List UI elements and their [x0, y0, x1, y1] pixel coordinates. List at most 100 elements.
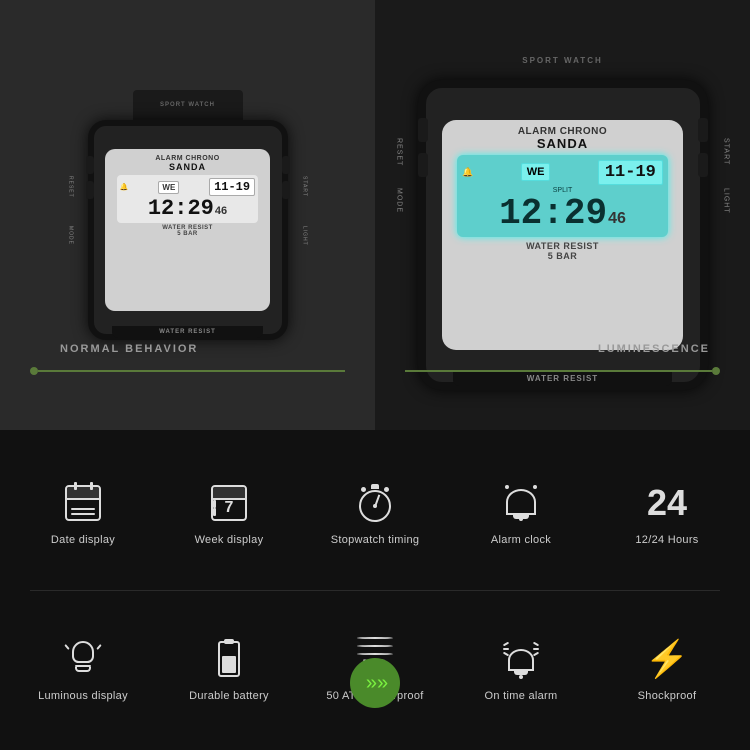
- date-display-label: Date display: [51, 534, 115, 546]
- left-water-strip: WATER RESIST: [159, 329, 216, 335]
- right-mode-btn: [418, 153, 428, 177]
- 24h-icon: 24: [647, 485, 687, 521]
- alarm-dot-left: [505, 485, 509, 489]
- right-watch-panel: SPORT WATCH RESET MODE START LIGHT ALARM…: [375, 0, 750, 430]
- reset-label: RESET: [68, 176, 74, 198]
- luminous-icon-container: [65, 634, 101, 684]
- 24h-label: 12/24 Hours: [635, 534, 698, 546]
- luminescence-label: LUMINESCENCE: [598, 343, 710, 355]
- left-brand-area: ALARM CHRONO SANDA: [155, 155, 219, 173]
- right-seconds: 46: [608, 210, 626, 228]
- left-watch-container: SPORT WATCH RESET MODE START LIGHT ALARM…: [88, 120, 288, 340]
- start-label: START: [302, 176, 308, 197]
- right-comparison-line: [375, 367, 750, 375]
- line-dot-left: [30, 367, 38, 375]
- bell-ring-icon: [503, 639, 539, 679]
- left-watch-face: ALARM CHRONO SANDA 🔔 WE 11-19 12:29 46: [105, 149, 270, 311]
- comparison-line: [0, 367, 375, 375]
- ring-line-left-2: [503, 648, 509, 650]
- left-reset-btn: [86, 156, 94, 174]
- left-seconds: 46: [215, 205, 227, 217]
- left-watch-display: 🔔 WE 11-19 12:29 46: [117, 175, 258, 223]
- on-time-alarm-label: On time alarm: [485, 690, 558, 702]
- feature-shockproof: ⚡ Shockproof: [594, 634, 740, 702]
- battery-tip-top: [224, 639, 234, 644]
- feature-date-display: Date display: [10, 478, 156, 546]
- week-display-icon: 7: [211, 478, 247, 528]
- shockproof-icon-container: ⚡: [645, 634, 690, 684]
- alarm-clock-label: Alarm clock: [491, 534, 551, 546]
- feature-24h: 24 12/24 Hours: [594, 478, 740, 546]
- inner-bell: [508, 649, 534, 671]
- cal-hook-right: [90, 482, 93, 490]
- alarm-clapper: [519, 517, 523, 521]
- left-top-row: 🔔 WE 11-19: [120, 178, 255, 196]
- inner-bell-dot: [519, 675, 523, 679]
- ring-line-right-1: [533, 641, 539, 646]
- date-display-icon: [65, 478, 101, 528]
- arrow-container: »»: [350, 658, 400, 708]
- right-alarm-icon: 🔔: [462, 167, 473, 178]
- alarm-clock-icon-container: [503, 478, 539, 528]
- right-mode-label: MODE: [396, 188, 403, 213]
- ring-line-left-1: [503, 641, 509, 646]
- alarm-bell: [506, 489, 536, 515]
- left-alarm-icon: 🔔: [120, 183, 129, 191]
- calendar-icon: [65, 485, 101, 521]
- arrow-symbol: »»: [366, 672, 388, 695]
- stopwatch-icon-container: [357, 478, 393, 528]
- left-strap-top: SPORT WATCH: [133, 90, 243, 120]
- line-right: [405, 370, 712, 372]
- feature-alarm-clock: Alarm clock: [448, 478, 594, 546]
- right-reset-btn: [418, 118, 428, 142]
- right-light-btn: [282, 181, 290, 199]
- sw-btn-left: [361, 487, 366, 492]
- left-bottom-strip: WATER RESIST: [112, 326, 262, 338]
- normal-behavior-label: NORMAL BEHAVIOR: [60, 343, 198, 355]
- wave-2: [357, 645, 393, 647]
- features-divider: [30, 590, 720, 591]
- feature-luminous: Luminous display: [10, 634, 156, 702]
- mode-label: MODE: [68, 226, 74, 245]
- line-dot-right: [712, 367, 720, 375]
- cal-hook-left: [74, 482, 77, 490]
- right-start-btn: [282, 156, 290, 174]
- feature-battery: Durable battery: [156, 634, 302, 702]
- right-watch-display: 🔔 WE 11-19 SPLIT 12:29 46: [457, 155, 668, 237]
- sw-crown: [371, 484, 379, 489]
- left-day-box: WE: [158, 181, 179, 194]
- battery-icon-group: [218, 641, 240, 677]
- week-number: 7: [213, 500, 245, 516]
- 24h-icon-container: 24: [647, 478, 687, 528]
- right-light-label: LIGHT: [723, 188, 730, 214]
- cal-line-2: [71, 513, 95, 515]
- line-left: [38, 370, 345, 372]
- bulb-ray-left: [64, 644, 69, 650]
- left-main-digits: 12:29: [148, 198, 214, 220]
- wave-1: [357, 637, 393, 639]
- right-time-box: 11-19: [598, 160, 663, 185]
- right-main-time: 12:29 46: [462, 196, 663, 232]
- left-watch-panel: SPORT WATCH RESET MODE START LIGHT ALARM…: [0, 0, 375, 430]
- right-strap-top: SPORT WATCH: [483, 40, 643, 80]
- lightbulb-icon: [65, 639, 101, 679]
- battery-vertical-icon: [218, 641, 240, 677]
- right-brand-area: ALARM CHRONO SANDA: [518, 126, 607, 151]
- alarm-dot-right: [533, 485, 537, 489]
- battery-icon-container: [218, 634, 240, 684]
- feature-on-time-alarm: On time alarm: [448, 634, 594, 702]
- shockproof-label: Shockproof: [638, 690, 697, 702]
- waves-icon: [357, 637, 393, 655]
- bulb-top: [72, 641, 94, 663]
- cal-line-1: [71, 508, 95, 510]
- battery-fill-vertical: [222, 656, 236, 673]
- stopwatch-icon: [357, 484, 393, 522]
- arrow-circle: »»: [350, 658, 400, 708]
- week-calendar-icon: 7: [211, 485, 247, 521]
- top-section: SPORT WATCH RESET MODE START LIGHT ALARM…: [0, 0, 750, 430]
- on-time-alarm-icon-container: [503, 634, 539, 684]
- right-water-resist: WATER RESIST: [526, 241, 599, 251]
- right-top-row: 🔔 WE 11-19: [462, 160, 663, 185]
- ring-line-right-2: [533, 648, 539, 650]
- feature-stopwatch: Stopwatch timing: [302, 478, 448, 546]
